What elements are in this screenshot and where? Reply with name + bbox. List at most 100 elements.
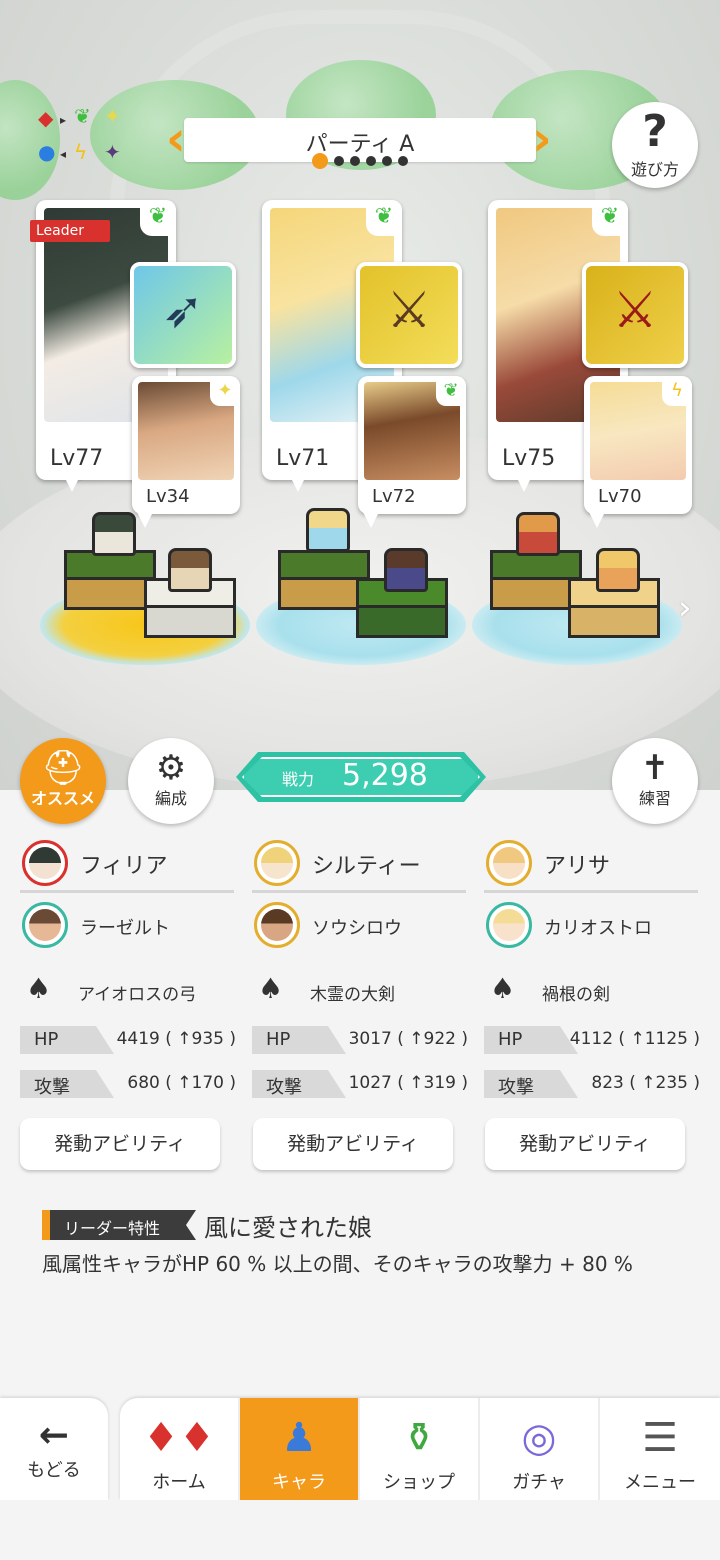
chibi-sprite[interactable] xyxy=(516,512,560,556)
main-avatar xyxy=(254,840,300,886)
sub-character-portrait[interactable]: ϟ Lv70 xyxy=(584,376,692,514)
wind-leaf-icon: ❦ xyxy=(436,376,466,406)
trait-tag-label: リーダー特性 xyxy=(64,1219,161,1238)
power-value: 5,298 xyxy=(342,758,428,793)
weapon-name: アイオロスの弓 xyxy=(78,985,197,1005)
ability-button-3[interactable]: 発動アビリティ xyxy=(485,1118,685,1170)
weapon-row[interactable]: ♠ 禍根の剣 xyxy=(484,962,700,1020)
avatar-face xyxy=(29,909,61,941)
attack-label: 攻撃 xyxy=(34,1077,70,1098)
dark-star-icon: ✦ xyxy=(104,140,121,164)
attack-label: 攻撃 xyxy=(498,1077,534,1098)
shop-icon: ⚱ xyxy=(402,1415,436,1461)
divider xyxy=(252,890,466,893)
attack-value: 680 ( ↑170 ) xyxy=(127,1073,236,1093)
party-slot-3[interactable]: ❦ Lv75 ⚔ ϟ Lv70 xyxy=(488,200,692,528)
tab-label: ガチャ xyxy=(512,1472,566,1493)
weapon-slot[interactable]: ⚔ xyxy=(356,262,462,368)
bubble-tail xyxy=(514,472,534,492)
gacha-icon: ◎ xyxy=(521,1415,557,1461)
sub-member-name: ラーゼルト xyxy=(80,918,170,939)
hp-stat: HP 4112 ( ↑1125 ) xyxy=(484,1024,700,1064)
chibi-sprite[interactable] xyxy=(92,512,136,556)
divider xyxy=(484,890,698,893)
weapon-row[interactable]: ♠ アイオロスの弓 xyxy=(20,962,236,1020)
page-dot[interactable] xyxy=(398,156,408,166)
weapon-row[interactable]: ♠ 木霊の大剣 xyxy=(252,962,468,1020)
tab-chara[interactable]: ♟ キャラ xyxy=(240,1398,360,1500)
power-label: 戦力 xyxy=(282,770,315,789)
sub-avatar xyxy=(254,902,300,948)
chara-icon: ♟ xyxy=(281,1415,317,1461)
page-dot[interactable] xyxy=(334,156,344,166)
main-member-row[interactable]: シルティー xyxy=(252,836,468,893)
sub-member-row[interactable]: カリオストロ xyxy=(484,900,700,958)
ability-button-2[interactable]: 発動アビリティ xyxy=(253,1118,453,1170)
main-member-row[interactable]: アリサ xyxy=(484,836,700,893)
leader-trait-tag: リーダー特性 xyxy=(42,1210,196,1240)
formation-button[interactable]: ⚙ 編成 xyxy=(128,738,214,824)
chibi-sprite[interactable] xyxy=(168,548,212,592)
hp-label: HP xyxy=(266,1029,291,1050)
light-sparkle-icon: ✦ xyxy=(104,104,121,128)
sub-member-row[interactable]: ラーゼルト xyxy=(20,900,236,958)
party-slot-1[interactable]: ❦ Lv77 Leader ➶ ✦ Lv34 xyxy=(30,200,240,528)
fire-diamond-icon: ◆ xyxy=(38,106,54,130)
bow-icon: ➶ xyxy=(162,281,204,339)
bubble-tail xyxy=(136,510,154,528)
arrow-icon: ▸ xyxy=(60,113,67,127)
sub-level: Lv34 xyxy=(146,486,190,507)
home-indicator-area xyxy=(0,1500,720,1560)
weapon-slot[interactable]: ⚔ xyxy=(582,262,688,368)
ability-button-1[interactable]: 発動アビリティ xyxy=(20,1118,220,1170)
recommend-label: オススメ xyxy=(30,789,95,808)
chibi-sprite[interactable] xyxy=(384,548,428,592)
sub-character-portrait[interactable]: ❦ Lv72 xyxy=(358,376,466,514)
wind-leaf-icon: ❦ xyxy=(366,200,402,236)
attack-stat: 攻撃 1027 ( ↑319 ) xyxy=(252,1068,468,1108)
tab-gacha[interactable]: ◎ ガチャ xyxy=(480,1398,600,1500)
party-slot-2[interactable]: ❦ Lv71 ⚔ ❦ Lv72 xyxy=(262,200,466,528)
main-level: Lv71 xyxy=(276,446,330,471)
hp-stat: HP 4419 ( ↑935 ) xyxy=(20,1024,236,1064)
leader-tag: Leader xyxy=(30,220,110,242)
page-dot[interactable] xyxy=(382,156,392,166)
chibi-sprite[interactable] xyxy=(306,508,350,552)
training-dummy-icon: ✝ xyxy=(640,748,670,788)
main-member-row[interactable]: フィリア xyxy=(20,836,236,893)
sub-character-portrait[interactable]: ✦ Lv34 xyxy=(132,376,240,514)
main-avatar xyxy=(22,840,68,886)
main-member-name: フィリア xyxy=(80,854,168,879)
help-button[interactable]: ? 遊び方 xyxy=(612,102,698,188)
avatar-face xyxy=(29,847,61,879)
tab-home[interactable]: ♦♦ ホーム xyxy=(120,1398,240,1500)
element-chart[interactable]: ◆ ▸ ❦ ✦ ● ◂ ϟ ✦ xyxy=(34,104,128,168)
party-title: パーティ A xyxy=(305,132,415,157)
tab-shop[interactable]: ⚱ ショップ xyxy=(360,1398,480,1500)
hp-value: 4112 ( ↑1125 ) xyxy=(569,1029,700,1049)
page-dot-active[interactable] xyxy=(312,153,328,169)
avatar-face xyxy=(261,847,293,879)
page-dot[interactable] xyxy=(350,156,360,166)
next-page-arrow-icon[interactable]: › xyxy=(678,588,692,628)
sub-member-row[interactable]: ソウシロウ xyxy=(252,900,468,958)
light-sparkle-icon: ✦ xyxy=(210,376,240,406)
back-button[interactable]: ← もどる xyxy=(0,1398,108,1500)
sub-avatar xyxy=(22,902,68,948)
bubble-tail xyxy=(62,472,82,492)
recommend-button[interactable]: ⛑ オススメ xyxy=(20,738,106,824)
red-sword-icon: ⚔ xyxy=(612,281,658,339)
help-label: 遊び方 xyxy=(630,160,679,179)
back-arrow-icon: ← xyxy=(38,1415,70,1456)
chibi-sprite[interactable] xyxy=(596,548,640,592)
avatar-face xyxy=(261,909,293,941)
formation-label: 編成 xyxy=(154,789,187,808)
hp-value: 3017 ( ↑922 ) xyxy=(348,1029,468,1049)
page-dot[interactable] xyxy=(366,156,376,166)
weapon-slot[interactable]: ➶ xyxy=(130,262,236,368)
practice-button[interactable]: ✝ 練習 xyxy=(612,738,698,824)
member-column-1: フィリア ラーゼルト ♠ アイオロスの弓 HP 4419 ( ↑935 ) 攻撃… xyxy=(20,836,236,1108)
bubble-tail xyxy=(362,510,380,528)
main-member-name: アリサ xyxy=(544,854,611,879)
tab-menu[interactable]: ☰ メニュー xyxy=(600,1398,720,1500)
